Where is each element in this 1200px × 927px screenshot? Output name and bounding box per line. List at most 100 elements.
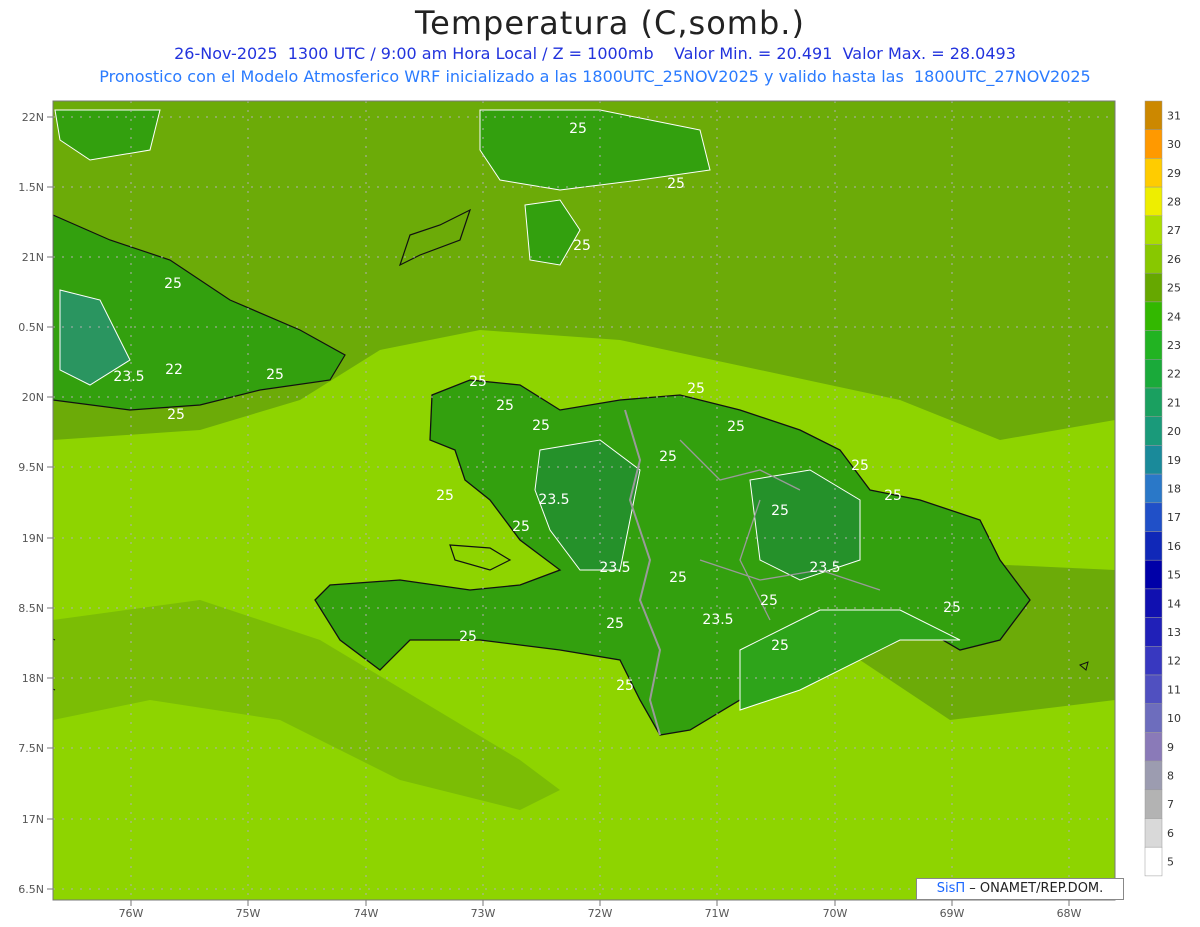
colorbar-swatch: [1144, 559, 1163, 590]
colorbar-label: 30: [1167, 138, 1181, 151]
lat-label: 8.5N: [18, 602, 44, 615]
contour-label: 23.5: [809, 560, 840, 576]
colorbar-swatch: [1144, 588, 1163, 618]
lat-label: 17N: [22, 813, 44, 826]
contour-label: 25: [573, 238, 591, 254]
contour-label: 25: [760, 593, 778, 609]
contour-label: 25: [727, 419, 745, 435]
credit-text: – ONAMET/REP.DOM.: [965, 881, 1104, 896]
contour-label: 25: [532, 418, 550, 434]
temperature-map: 25 25 25 25 25 25 25 25 23.5 22 25 25 25 25 23.5 25 25 23…: [18, 100, 1181, 920]
contour-label: 25: [266, 367, 284, 383]
colorbar-swatch: [1144, 387, 1163, 417]
contour-label: 22: [165, 362, 183, 378]
contour-label: 25: [667, 176, 685, 192]
contour-label: 25: [943, 600, 961, 616]
colorbar-label: 6: [1167, 827, 1174, 840]
lon-label: 76W: [119, 907, 144, 920]
lat-label: 7.5N: [18, 742, 44, 755]
lat-label: 9.5N: [18, 461, 44, 474]
map-plot-area: 25 25 25 25 25 25 25 25 23.5 22 25 25 25 25 23.5 25 25 23…: [53, 101, 1115, 900]
contour-label: 23.5: [599, 560, 630, 576]
colorbar-swatch: [1144, 244, 1163, 274]
colorbar-label: 22: [1167, 368, 1181, 381]
colorbar-swatch: [1144, 732, 1163, 762]
lat-label: 22N: [22, 111, 44, 124]
colorbar-label: 20: [1167, 425, 1181, 438]
colorbar-swatch: [1144, 445, 1163, 475]
colorbar-swatch: [1144, 215, 1163, 245]
contour-label: 25: [851, 458, 869, 474]
contour-label: 25: [659, 449, 677, 465]
colorbar-swatch: [1144, 416, 1163, 446]
contour-label: 25: [512, 519, 530, 535]
colorbar-swatch: [1144, 158, 1163, 188]
colorbar-label: 9: [1167, 741, 1174, 754]
temperature-colorbar: 31 30 29 28 27 26 25 24 23 22 21 20 19 18 17 16 15 14 13 12…: [1144, 100, 1181, 877]
colorbar-label: 7: [1167, 798, 1174, 811]
lat-label: 1.5N: [18, 181, 44, 194]
colorbar-label: 26: [1167, 253, 1181, 266]
colorbar-swatch: [1144, 846, 1163, 877]
colorbar-swatch: [1144, 818, 1163, 848]
lat-label: 20N: [22, 391, 44, 404]
lon-label: 69W: [940, 907, 965, 920]
colorbar-label: 5: [1167, 856, 1174, 869]
colorbar-label: 23: [1167, 339, 1181, 352]
lon-label: 73W: [471, 907, 496, 920]
colorbar-swatch: [1144, 330, 1163, 360]
colorbar-label: 15: [1167, 569, 1181, 582]
contour-label: 25: [687, 381, 705, 397]
credit-box: SisΠ – ONAMET/REP.DOM.: [916, 878, 1124, 900]
colorbar-label: 11: [1167, 683, 1181, 696]
colorbar-swatch: [1144, 186, 1163, 217]
contour-label: 23.5: [702, 612, 733, 628]
colorbar-label: 18: [1167, 482, 1181, 495]
lon-label: 71W: [705, 907, 730, 920]
colorbar-label: 10: [1167, 712, 1181, 725]
contour-label: 25: [167, 407, 185, 423]
contour-label: 23.5: [538, 492, 569, 508]
contour-label: 25: [771, 503, 789, 519]
colorbar-swatch: [1144, 129, 1163, 159]
colorbar-label: 12: [1167, 655, 1181, 668]
lon-label: 68W: [1057, 907, 1082, 920]
lat-label: 6.5N: [18, 883, 44, 896]
colorbar-swatch: [1144, 272, 1163, 303]
lat-label: 21N: [22, 251, 44, 264]
contour-label: 25: [771, 638, 789, 654]
colorbar-swatch: [1144, 301, 1163, 331]
colorbar-swatch: [1144, 473, 1163, 504]
contour-label: 25: [164, 276, 182, 292]
longitude-labels: 76W 75W 74W 73W 72W 71W 70W 69W 68W: [119, 900, 1082, 920]
colorbar-swatch: [1144, 502, 1163, 532]
lat-label: 0.5N: [18, 321, 44, 334]
contour-label: 25: [459, 629, 477, 645]
colorbar-swatch: [1144, 760, 1163, 791]
colorbar-swatch: [1144, 674, 1163, 704]
colorbar-swatch: [1144, 617, 1163, 647]
colorbar-label: 17: [1167, 511, 1181, 524]
contour-label: 23.5: [113, 369, 144, 385]
colorbar-label: 27: [1167, 224, 1181, 237]
contour-label: 25: [569, 121, 587, 137]
colorbar-swatch: [1144, 703, 1163, 733]
colorbar-swatch: [1144, 359, 1163, 389]
contour-label: 25: [616, 678, 634, 694]
contour-label: 25: [436, 488, 454, 504]
lon-label: 75W: [236, 907, 261, 920]
lon-label: 74W: [354, 907, 379, 920]
contour-label: 25: [606, 616, 624, 632]
colorbar-label: 28: [1167, 195, 1181, 208]
lat-label: 18N: [22, 672, 44, 685]
lon-label: 70W: [823, 907, 848, 920]
colorbar-label: 13: [1167, 626, 1181, 639]
colorbar-label: 31: [1167, 109, 1181, 122]
colorbar-label: 21: [1167, 396, 1181, 409]
colorbar-swatch: [1144, 646, 1163, 676]
colorbar-swatch: [1144, 100, 1163, 130]
contour-label: 25: [469, 374, 487, 390]
colorbar-swatch: [1144, 789, 1163, 819]
lon-label: 72W: [588, 907, 613, 920]
lat-label: 19N: [22, 532, 44, 545]
